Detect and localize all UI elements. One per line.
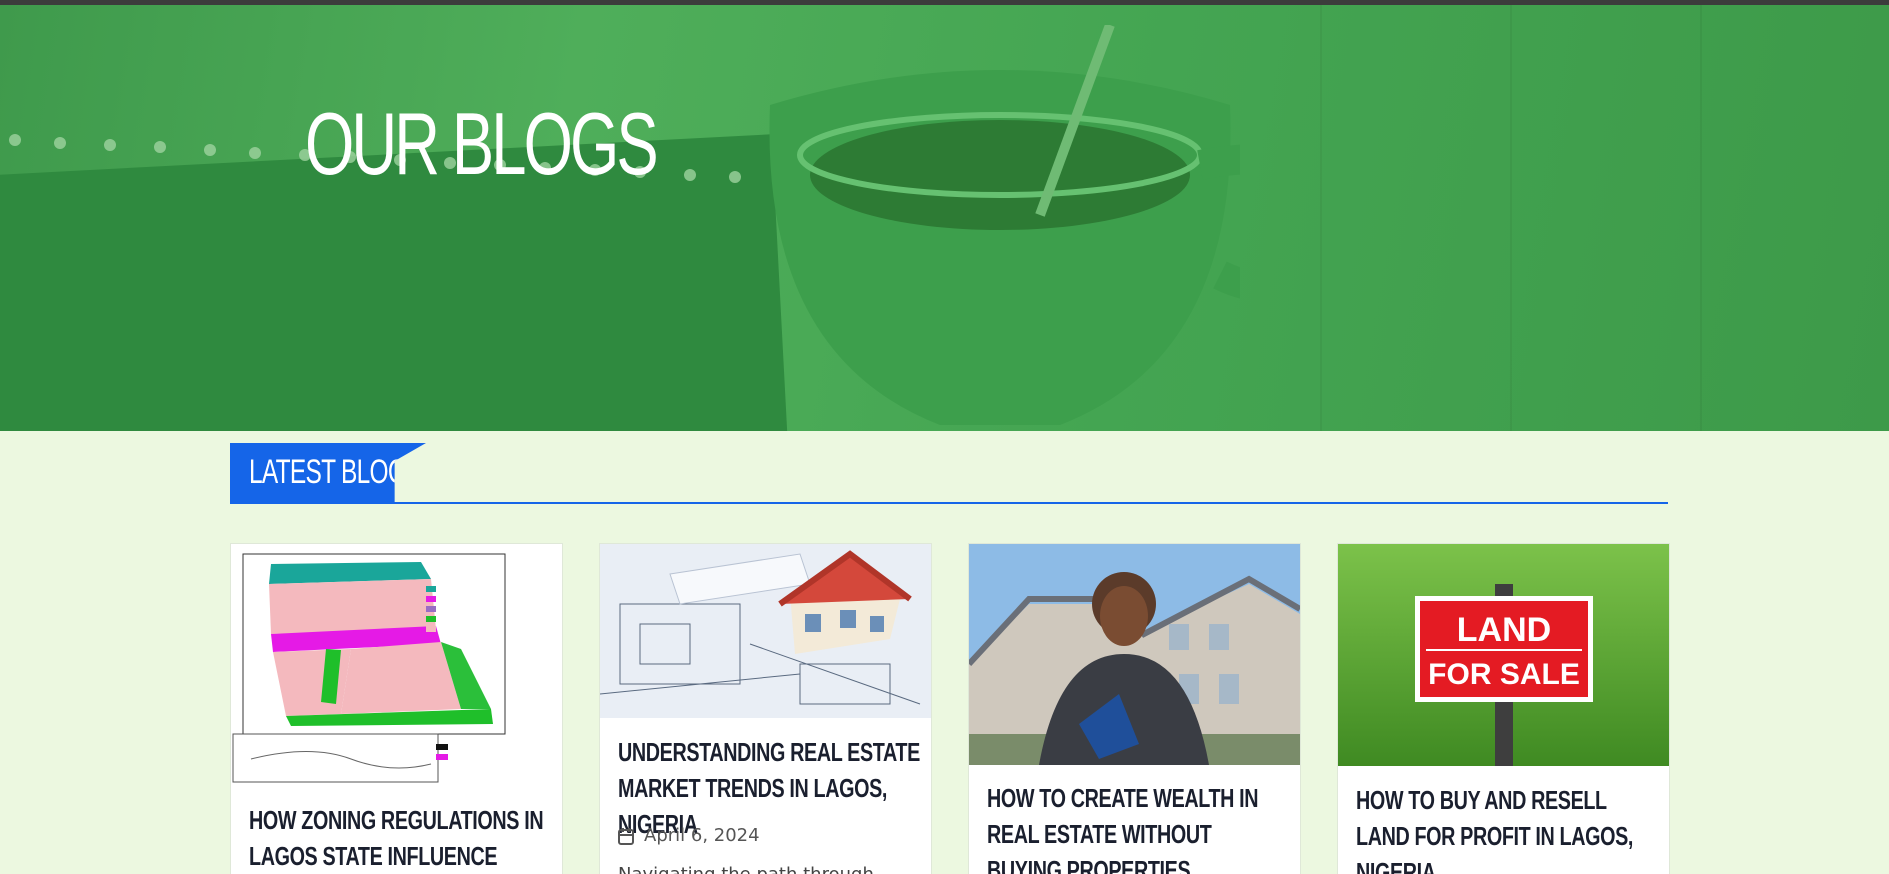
section-tab: LATEST BLOGS	[230, 443, 426, 503]
post-thumbnail[interactable]: LAND FOR SALE	[1338, 544, 1669, 766]
blog-card[interactable]: LAND FOR SALE HOW TO BUY AND RESELL LAND…	[1337, 543, 1670, 874]
post-date: April 6, 2024	[618, 825, 760, 846]
section-title: LATEST BLOGS	[249, 453, 422, 491]
post-title[interactable]: HOW TO BUY AND RESELL LAND FOR PROFIT IN…	[1356, 782, 1660, 874]
section-divider	[230, 502, 1668, 504]
blog-card[interactable]: HOW TO CREATE WEALTH IN REAL ESTATE WITH…	[968, 543, 1301, 874]
post-excerpt: Navigating the path through	[618, 864, 874, 874]
blog-card[interactable]: UNDERSTANDING REAL ESTATE MARKET TRENDS …	[599, 543, 932, 874]
page-title: OUR BLOGS	[305, 94, 659, 193]
calendar-icon	[618, 827, 634, 845]
post-title[interactable]: HOW TO CREATE WEALTH IN REAL ESTATE WITH…	[987, 780, 1291, 874]
teacup-graphic	[769, 25, 1240, 425]
post-title[interactable]: HOW ZONING REGULATIONS IN LAGOS STATE IN…	[249, 802, 553, 874]
agent-house-image	[969, 544, 1300, 765]
hero-banner: OUR BLOGS	[0, 5, 1889, 431]
sign-line1: LAND	[1457, 611, 1551, 649]
land-for-sale-image: LAND FOR SALE	[1338, 544, 1669, 766]
house-blueprint-image	[600, 544, 931, 718]
post-thumbnail[interactable]	[969, 544, 1300, 765]
blog-card[interactable]: HOW ZONING REGULATIONS IN LAGOS STATE IN…	[230, 543, 563, 874]
post-thumbnail[interactable]	[231, 544, 562, 784]
post-thumbnail[interactable]	[600, 544, 931, 718]
sign-line2: FOR SALE	[1428, 658, 1580, 691]
section-header: LATEST BLOGS	[230, 443, 1668, 505]
wood-planks	[1320, 5, 1889, 431]
post-date-text: April 6, 2024	[644, 825, 760, 846]
zoning-map-image	[232, 553, 506, 783]
